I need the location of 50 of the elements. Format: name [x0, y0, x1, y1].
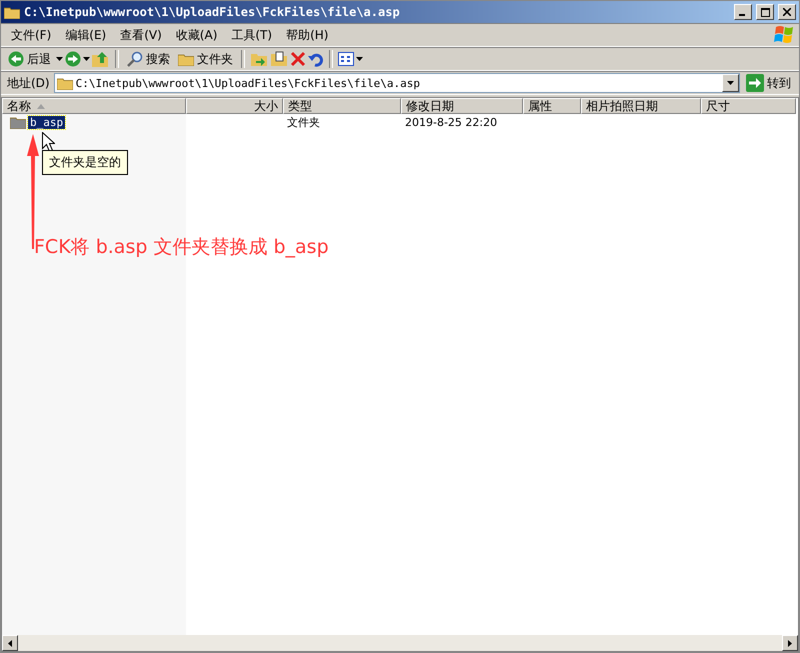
tooltip: 文件夹是空的: [42, 150, 128, 175]
copy-to-folder-icon[interactable]: [270, 51, 288, 67]
address-label: 地址(D): [6, 74, 51, 92]
maximize-button[interactable]: [756, 4, 774, 20]
column-header[interactable]: 类型: [283, 98, 401, 114]
sort-arrow-icon: [37, 104, 45, 108]
undo-icon[interactable]: [308, 51, 324, 67]
close-icon: [783, 8, 791, 16]
dropdown-button[interactable]: [722, 74, 739, 92]
flag-logo-icon: [773, 25, 795, 45]
modified-cell-text: 2019-8-25 22:20: [404, 116, 498, 129]
minimize-button[interactable]: [734, 4, 752, 20]
mouse-pointer-icon: [42, 132, 55, 153]
caret-icon[interactable]: [727, 81, 734, 85]
close-button[interactable]: [778, 4, 796, 20]
menu-item[interactable]: 工具(T): [225, 24, 278, 46]
folder-icon: [178, 52, 194, 66]
folder-icon: [4, 6, 20, 18]
column-header[interactable]: 修改日期: [401, 98, 523, 114]
folder-icon: [56, 76, 73, 90]
go-button[interactable]: 转到: [742, 74, 795, 92]
caret-icon[interactable]: [83, 57, 90, 61]
menu-item[interactable]: 编辑(E): [59, 24, 112, 46]
annotation-text: FCK将 b.asp 文件夹替换成 b_asp: [34, 235, 329, 260]
column-header[interactable]: 属性: [523, 98, 581, 114]
maximize-icon: [760, 8, 770, 16]
delete-icon[interactable]: [290, 51, 306, 67]
column-header[interactable]: 大小: [186, 98, 283, 114]
back-button[interactable]: 后退: [5, 50, 54, 68]
caret-icon[interactable]: [356, 57, 363, 61]
menu-item[interactable]: 文件(F): [5, 24, 58, 46]
scroll-right-icon[interactable]: [788, 640, 792, 646]
menu-item[interactable]: 收藏(A): [170, 24, 224, 46]
file-name[interactable]: b_asp: [28, 116, 66, 129]
folder-icon: [10, 116, 26, 129]
column-header[interactable]: 相片拍照日期: [581, 98, 701, 114]
type-cell-text: 文件夹: [286, 115, 321, 130]
column-header[interactable]: 尺寸: [701, 98, 796, 114]
search-icon: [127, 51, 143, 67]
address-field[interactable]: C:\Inetpub\wwwroot\1\UploadFiles\FckFiles\file\a.asp: [54, 73, 740, 93]
caret-icon[interactable]: [56, 57, 63, 61]
menu-item[interactable]: 查看(V): [114, 24, 168, 46]
scroll-left-icon[interactable]: [8, 640, 12, 646]
horizontal-scrollbar[interactable]: [2, 635, 798, 651]
column-header[interactable]: 名称: [2, 98, 186, 114]
views-icon[interactable]: [338, 52, 354, 66]
window-title: C:\Inetpub\wwwroot\1\UploadFiles\FckFiles\file\a.asp: [24, 5, 401, 19]
menu-item[interactable]: 帮助(H): [280, 24, 334, 46]
search-button[interactable]: 搜索: [124, 50, 173, 68]
folders-button[interactable]: 文件夹: [175, 50, 236, 68]
